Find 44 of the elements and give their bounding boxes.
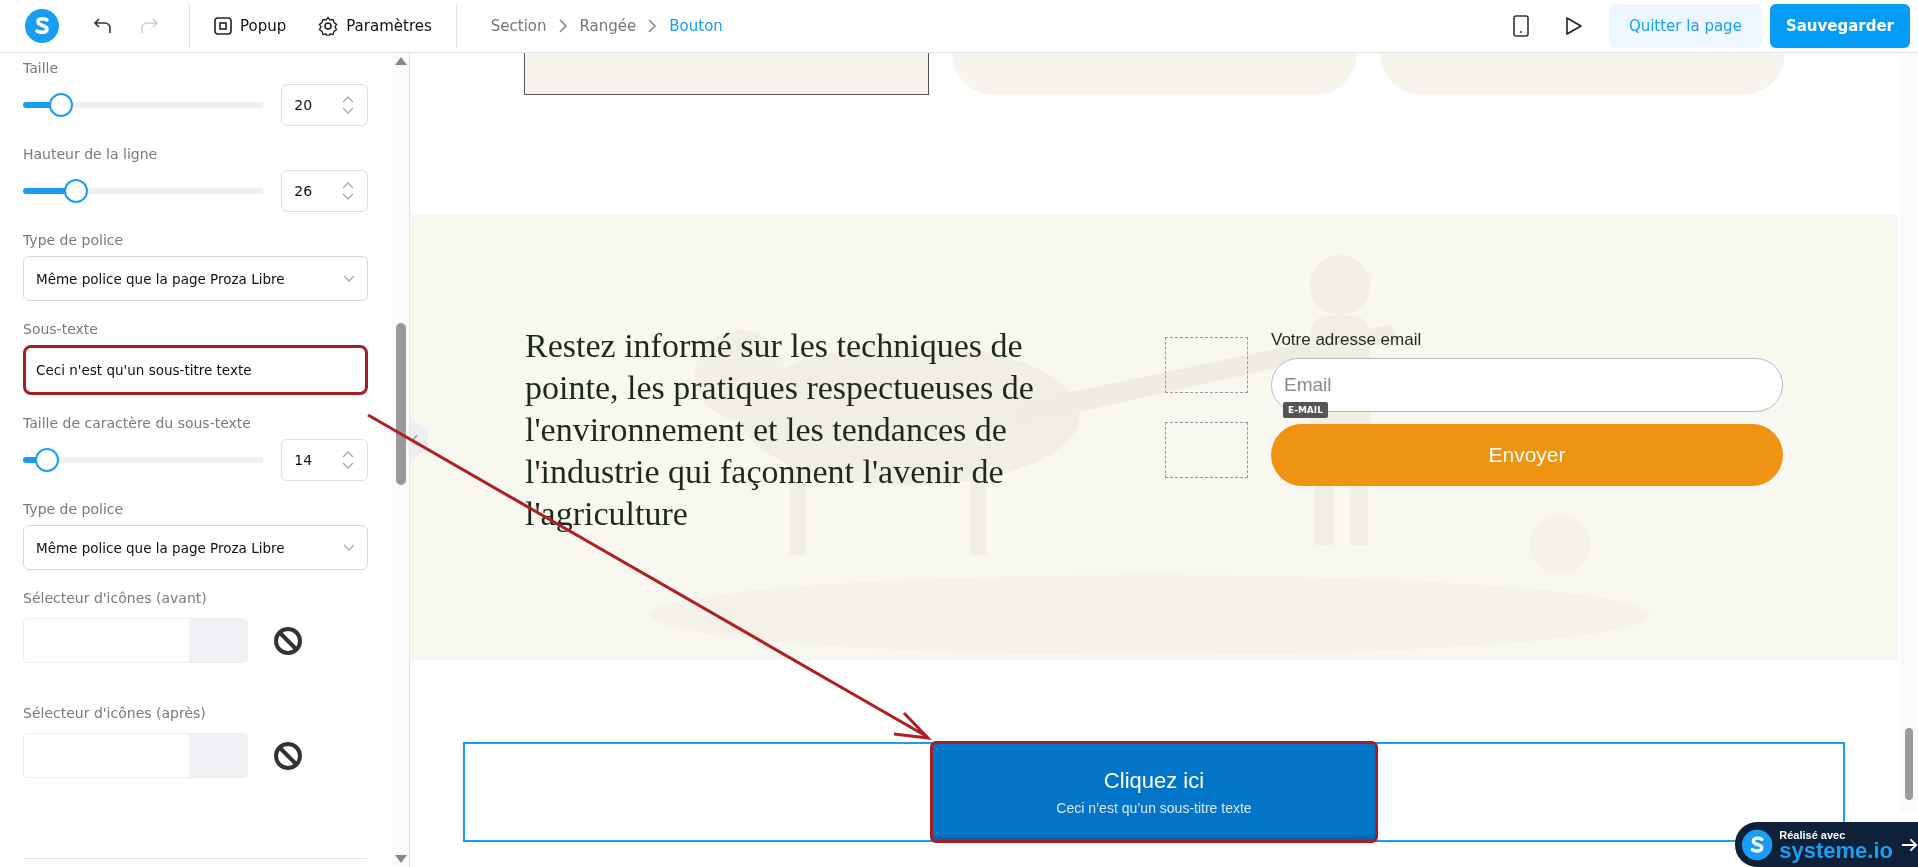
scrollbar[interactable] [1900,53,1918,813]
logo-icon[interactable] [25,9,59,43]
scrollbar-thumb[interactable] [396,323,406,485]
field-label: Sélecteur d'icônes (après) [23,704,207,723]
cta-button[interactable]: Cliquez ici Ceci n’est qu’un sous-titre texte [930,741,1378,843]
field-label: Votre adresse email [1271,329,1423,350]
stepper-icon[interactable] [341,94,355,116]
chevron-icon [648,19,658,33]
made-with-badge[interactable]: Réalisé avec systeme.io [1735,822,1918,867]
popup-icon [214,17,232,35]
card[interactable] [524,53,929,95]
stepper-icon[interactable] [341,449,355,471]
ban-icon[interactable] [273,625,303,656]
scroll-down-icon[interactable] [395,855,407,863]
chevron-down-icon [343,543,355,552]
slider-thumb[interactable] [35,448,59,472]
number-field[interactable]: 26 [281,170,368,212]
font-dropdown[interactable]: Même police que la page Proza Libre [23,256,368,301]
field-label: Sélecteur d'icônes (avant) [23,589,208,608]
mobile-icon[interactable] [1512,15,1529,37]
chevron-icon [558,19,568,33]
breadcrumb-link[interactable]: Section [490,17,547,35]
settings-button[interactable]: Paramètres [312,12,438,40]
chevron-down-icon [343,274,355,283]
settings-icon [318,16,339,36]
slider-thumb[interactable] [49,93,74,117]
scroll-up-icon[interactable] [395,57,407,65]
field-label: Taille [23,59,60,78]
popup-button[interactable]: Popup [208,13,293,39]
field-label: Hauteur de la ligne [23,145,159,164]
scrollbar[interactable] [392,53,409,867]
font-dropdown[interactable]: Même police que la page Proza Libre [23,525,368,570]
breadcrumb-link[interactable]: Rangée [579,17,637,35]
field-label: Type de police [23,231,125,250]
slider-thumb[interactable] [63,179,88,203]
field-label: Sous-texte [23,320,99,339]
number-field[interactable]: 20 [281,84,368,126]
field-label: Taille de caractère du sous-texte [23,414,252,433]
subtext-input[interactable]: Ceci n'est qu'un sous-titre texte [23,345,368,395]
stepper-icon[interactable] [341,180,355,202]
field-label: Type de police [23,500,125,519]
number-field[interactable]: 14 [281,439,368,481]
play-icon[interactable] [1564,16,1583,36]
ban-icon[interactable] [273,740,303,771]
